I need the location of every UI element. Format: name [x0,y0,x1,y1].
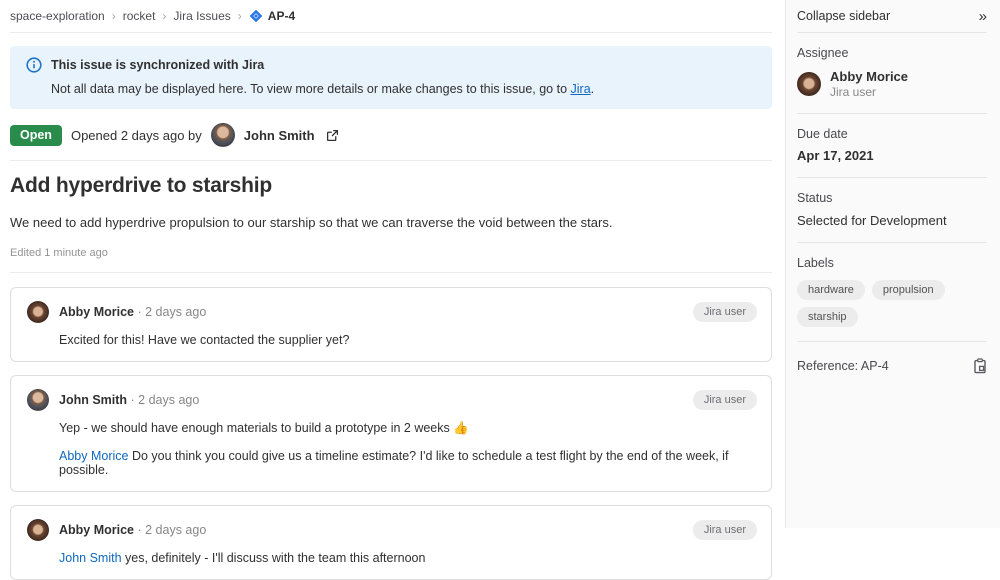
breadcrumb-current: AP-4 [249,9,295,23]
due-date-label: Due date [797,127,987,141]
assignee-info: Abby Morice Jira user [830,69,908,99]
commenter-avatar[interactable] [27,389,49,411]
assignee-subtitle: Jira user [830,85,908,99]
assignee-row: Abby Morice Jira user [797,69,987,99]
comment-paragraph: Abby Morice Do you think you could give … [59,449,757,477]
right-sidebar: Collapse sidebar » Assignee Abby Morice … [785,0,1000,528]
assignee-avatar[interactable] [797,72,821,96]
edited-timestamp: Edited 1 minute ago [10,247,772,259]
labels-label: Labels [797,256,987,270]
comment-timestamp: · 2 days ago [138,523,207,537]
commenter-avatar[interactable] [27,519,49,541]
divider [10,272,772,273]
comment-card: John Smith · 2 days ago Jira user Yep - … [10,375,772,492]
comment-meta: Abby Morice · 2 days ago [59,305,683,319]
due-date-value: Apr 17, 2021 [797,148,987,163]
label-badge[interactable]: hardware [797,280,865,300]
collapse-sidebar-button[interactable]: Collapse sidebar » [797,0,987,33]
comment-paragraph: John Smith yes, definitely - I'll discus… [59,551,757,565]
breadcrumb-link[interactable]: Jira Issues [173,9,230,23]
breadcrumb-current-label[interactable]: AP-4 [268,9,295,23]
comment-header: Abby Morice · 2 days ago Jira user [27,301,757,323]
commenter-avatar[interactable] [27,301,49,323]
jira-user-badge: Jira user [693,520,757,540]
label-pills: hardware propulsion starship [797,280,987,327]
external-link-icon[interactable] [326,129,339,142]
author-avatar[interactable] [211,123,235,147]
issue-status-row: Open Opened 2 days ago by John Smith [10,123,772,147]
info-icon [26,57,42,73]
breadcrumb-link[interactable]: rocket [123,9,156,23]
comment-body: Yep - we should have enough materials to… [59,421,757,477]
due-date-section: Due date Apr 17, 2021 [797,114,987,178]
author-name[interactable]: John Smith [244,128,315,143]
status-section: Status Selected for Development [797,178,987,243]
opened-text: Opened 2 days ago by [71,128,202,143]
comment-paragraph: Yep - we should have enough materials to… [59,421,757,436]
breadcrumb: space-exploration › rocket › Jira Issues › AP… [10,0,772,33]
label-badge[interactable]: starship [797,307,858,327]
assignee-label: Assignee [797,46,987,60]
breadcrumb-link[interactable]: space-exploration [10,9,105,23]
breadcrumb-separator: › [112,9,116,23]
label-badge[interactable]: propulsion [872,280,945,300]
breadcrumb-separator: › [238,9,242,23]
commenter-name[interactable]: Abby Morice [59,305,134,319]
commenter-name[interactable]: Abby Morice [59,523,134,537]
comment-body: Excited for this! Have we contacted the … [59,333,757,347]
commenter-name[interactable]: John Smith [59,393,127,407]
comment-card: Abby Morice · 2 days ago Jira user Excit… [10,287,772,362]
jira-user-badge: Jira user [693,302,757,322]
collapse-sidebar-label: Collapse sidebar [797,9,890,23]
comment-body: John Smith yes, definitely - I'll discus… [59,551,757,565]
breadcrumb-items: space-exploration › rocket › Jira Issues › [10,9,242,23]
issue-description: We need to add hyperdrive propulsion to … [10,215,772,230]
copy-reference-icon[interactable] [973,358,987,374]
user-mention-link[interactable]: Abby Morice [59,449,128,463]
reference-text: Reference: AP-4 [797,359,889,373]
comment-timestamp: · 2 days ago [138,305,207,319]
issue-title: Add hyperdrive to starship [10,174,772,198]
status-label: Status [797,191,987,205]
comment-meta: John Smith · 2 days ago [59,393,683,407]
divider [10,160,772,161]
comment-card: Abby Morice · 2 days ago Jira user John … [10,505,772,580]
jira-user-badge: Jira user [693,390,757,410]
jira-link[interactable]: Jira [571,82,591,96]
banner-body-text: Not all data may be displayed here. To v… [51,82,571,96]
reference-row: Reference: AP-4 [797,342,987,390]
banner-body-suffix: . [591,82,594,96]
user-mention-link[interactable]: John Smith [59,551,122,565]
jira-icon [249,9,263,23]
comment-meta: Abby Morice · 2 days ago [59,523,683,537]
assignee-name: Abby Morice [830,69,908,84]
jira-sync-banner: This issue is synchronized with Jira Not… [10,46,772,109]
open-status-badge[interactable]: Open [10,125,62,146]
main-content: space-exploration › rocket › Jira Issues › AP… [0,0,785,528]
comment-timestamp: · 2 days ago [131,393,200,407]
comment-paragraph: Excited for this! Have we contacted the … [59,333,757,347]
labels-section: Labels hardware propulsion starship [797,243,987,342]
assignee-section: Assignee Abby Morice Jira user [797,33,987,114]
banner-body: Not all data may be displayed here. To v… [51,82,756,96]
comment-header: John Smith · 2 days ago Jira user [27,389,757,411]
comment-list: Abby Morice · 2 days ago Jira user Excit… [10,287,772,580]
collapse-chevrons-icon: » [979,9,987,24]
status-value: Selected for Development [797,213,987,228]
comment-header: Abby Morice · 2 days ago Jira user [27,519,757,541]
banner-title: This issue is synchronized with Jira [51,58,264,72]
breadcrumb-separator: › [162,9,166,23]
banner-title-row: This issue is synchronized with Jira [26,57,756,73]
